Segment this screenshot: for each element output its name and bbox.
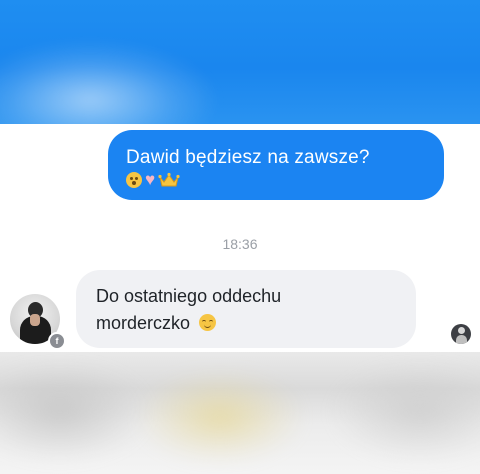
message-timestamp: 18:36 xyxy=(222,236,258,252)
crown-icon xyxy=(158,172,180,187)
blurred-keyboard-area xyxy=(0,352,480,474)
messenger-badge-icon: f xyxy=(48,332,66,350)
messenger-screen: Dawid będziesz na zawsze? ♥ 18:36 f Do o… xyxy=(0,0,480,474)
relieved-face-icon xyxy=(199,314,217,331)
seen-receipt-avatar xyxy=(451,324,471,344)
incoming-message-line2: morderczko xyxy=(96,313,191,333)
incoming-message-line2-row: morderczko xyxy=(96,310,398,337)
outgoing-message-bubble[interactable]: Dawid będziesz na zawsze? ♥ xyxy=(108,130,444,200)
outgoing-emoji-row: ♥ xyxy=(126,170,426,189)
astonished-face-icon xyxy=(126,172,142,188)
incoming-message-line1: Do ostatniego oddechu xyxy=(96,286,282,306)
incoming-message-bubble[interactable]: Do ostatniego oddechu morderczko xyxy=(76,270,416,348)
outgoing-message-text: Dawid będziesz na zawsze? xyxy=(126,147,370,168)
blurred-header xyxy=(0,0,480,160)
chat-thread[interactable]: Dawid będziesz na zawsze? ♥ 18:36 f Do o… xyxy=(0,124,480,352)
pink-heart-icon: ♥ xyxy=(145,170,156,189)
